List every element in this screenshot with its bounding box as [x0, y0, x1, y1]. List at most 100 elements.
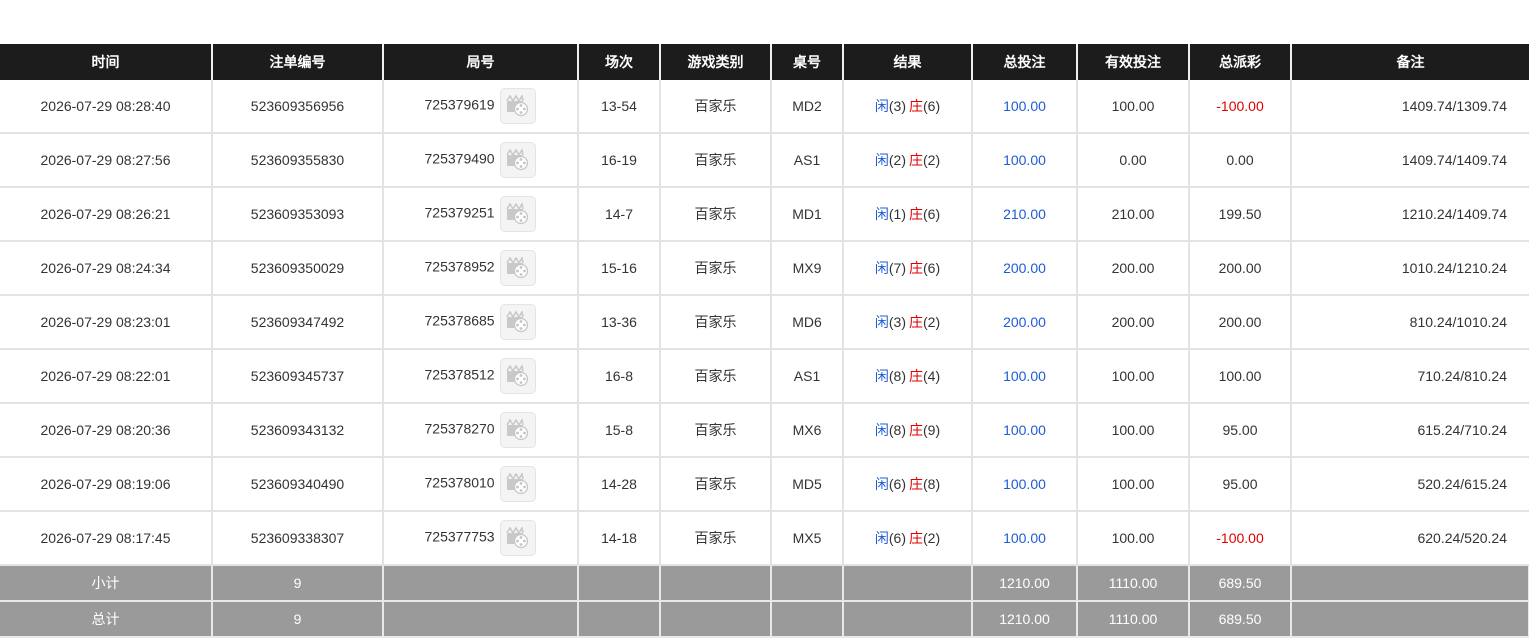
cell-table-no: MX5 — [771, 511, 844, 566]
video-replay-icon[interactable] — [500, 358, 537, 394]
cell-payout: 200.00 — [1189, 241, 1292, 296]
grand-total-count: 9 — [212, 601, 384, 638]
player-label: 闲 — [874, 314, 889, 330]
cell-result: 闲(3) 庄(6) — [843, 80, 973, 134]
table-row: 2026-07-29 08:19:06 523609340490 7253780… — [0, 457, 1529, 512]
banker-points: (6) — [923, 206, 941, 222]
cell-game-type: 百家乐 — [660, 80, 772, 134]
cell-bet-id: 523609356956 — [212, 80, 384, 134]
cell-round: 725377753 — [383, 511, 579, 566]
cell-total-bet: 100.00 — [972, 133, 1078, 188]
video-replay-icon[interactable] — [500, 466, 537, 502]
banker-points: (8) — [923, 476, 941, 492]
cell-time: 2026-07-29 08:24:34 — [0, 241, 213, 296]
table-header-row: 时间 注单编号 局号 场次 游戏类别 桌号 结果 总投注 有效投注 总派彩 备注 — [0, 44, 1529, 80]
cell-time: 2026-07-29 08:20:36 — [0, 403, 213, 458]
cell-note: 1409.74/1309.74 — [1291, 80, 1529, 134]
cell-time: 2026-07-29 08:27:56 — [0, 133, 213, 188]
cell-valid-bet: 100.00 — [1077, 349, 1190, 404]
cell-result: 闲(6) 庄(2) — [843, 511, 973, 566]
cell-shoe: 13-36 — [578, 295, 661, 350]
cell-game-type: 百家乐 — [660, 295, 772, 350]
col-header-valid-bet: 有效投注 — [1077, 44, 1190, 80]
banker-label: 庄 — [909, 152, 923, 168]
grand-total-total-bet: 1210.00 — [972, 601, 1078, 638]
bet-history-table: 时间 注单编号 局号 场次 游戏类别 桌号 结果 总投注 有效投注 总派彩 备注… — [0, 44, 1529, 638]
cell-result: 闲(2) 庄(2) — [843, 133, 973, 188]
table-row: 2026-07-29 08:28:40 523609356956 7253796… — [0, 80, 1529, 134]
player-points: (8) — [888, 368, 906, 384]
cell-note: 615.24/710.24 — [1291, 403, 1529, 458]
cell-table-no: AS1 — [771, 133, 844, 188]
cell-result: 闲(3) 庄(2) — [843, 295, 973, 350]
player-points: (2) — [888, 152, 906, 168]
cell-total-bet: 200.00 — [972, 241, 1078, 296]
banker-label: 庄 — [909, 206, 923, 222]
player-label: 闲 — [874, 260, 889, 276]
cell-payout: -100.00 — [1189, 511, 1292, 566]
cell-total-bet: 200.00 — [972, 295, 1078, 350]
cell-valid-bet: 100.00 — [1077, 511, 1190, 566]
table-row: 2026-07-29 08:27:56 523609355830 7253794… — [0, 133, 1529, 188]
col-header-game-type: 游戏类别 — [660, 44, 772, 80]
subtotal-count: 9 — [212, 565, 384, 602]
cell-game-type: 百家乐 — [660, 241, 772, 296]
cell-round: 725378685 — [383, 295, 579, 350]
round-number: 725378270 — [424, 420, 495, 437]
subtotal-payout: 689.50 — [1189, 565, 1292, 602]
round-number: 725379619 — [424, 96, 495, 113]
cell-bet-id: 523609338307 — [212, 511, 384, 566]
cell-game-type: 百家乐 — [660, 349, 772, 404]
cell-shoe: 13-54 — [578, 80, 661, 134]
video-replay-icon[interactable] — [500, 196, 537, 232]
cell-time: 2026-07-29 08:26:21 — [0, 187, 213, 242]
video-replay-icon[interactable] — [500, 520, 537, 556]
cell-bet-id: 523609343132 — [212, 403, 384, 458]
video-replay-icon[interactable] — [500, 142, 537, 178]
banker-label: 庄 — [909, 260, 923, 276]
subtotal-row: 小计 9 1210.00 1110.00 689.50 — [0, 565, 1529, 602]
cell-round: 725378952 — [383, 241, 579, 296]
cell-shoe: 14-18 — [578, 511, 661, 566]
cell-valid-bet: 100.00 — [1077, 80, 1190, 134]
video-replay-icon[interactable] — [500, 304, 537, 340]
cell-note: 810.24/1010.24 — [1291, 295, 1529, 350]
table-row: 2026-07-29 08:23:01 523609347492 7253786… — [0, 295, 1529, 350]
player-points: (3) — [888, 98, 906, 114]
cell-result: 闲(1) 庄(6) — [843, 187, 973, 242]
cell-table-no: AS1 — [771, 349, 844, 404]
table-row: 2026-07-29 08:17:45 523609338307 7253777… — [0, 511, 1529, 566]
player-label: 闲 — [874, 476, 889, 492]
cell-round: 725378010 — [383, 457, 579, 512]
cell-payout: 200.00 — [1189, 295, 1292, 350]
round-number: 725378512 — [424, 366, 495, 383]
cell-time: 2026-07-29 08:17:45 — [0, 511, 213, 566]
cell-game-type: 百家乐 — [660, 403, 772, 458]
grand-total-row: 总计 9 1210.00 1110.00 689.50 — [0, 601, 1529, 638]
col-header-bet-id: 注单编号 — [212, 44, 384, 80]
video-replay-icon[interactable] — [500, 250, 537, 286]
video-replay-icon[interactable] — [500, 88, 537, 124]
banker-points: (2) — [923, 314, 941, 330]
cell-note: 520.24/615.24 — [1291, 457, 1529, 512]
cell-note: 1409.74/1409.74 — [1291, 133, 1529, 188]
cell-shoe: 16-8 — [578, 349, 661, 404]
cell-note: 620.24/520.24 — [1291, 511, 1529, 566]
player-points: (1) — [888, 206, 906, 222]
video-replay-icon[interactable] — [500, 412, 537, 448]
cell-table-no: MD6 — [771, 295, 844, 350]
cell-table-no: MD2 — [771, 80, 844, 134]
cell-round: 725379619 — [383, 80, 579, 134]
cell-shoe: 15-8 — [578, 403, 661, 458]
cell-shoe: 14-28 — [578, 457, 661, 512]
cell-total-bet: 100.00 — [972, 80, 1078, 134]
cell-valid-bet: 100.00 — [1077, 403, 1190, 458]
col-header-shoe: 场次 — [578, 44, 661, 80]
col-header-note: 备注 — [1291, 44, 1529, 80]
banker-points: (2) — [923, 530, 941, 546]
cell-table-no: MD1 — [771, 187, 844, 242]
cell-result: 闲(6) 庄(8) — [843, 457, 973, 512]
subtotal-label: 小计 — [0, 565, 213, 602]
round-number: 725378952 — [424, 258, 495, 275]
player-label: 闲 — [874, 368, 889, 384]
